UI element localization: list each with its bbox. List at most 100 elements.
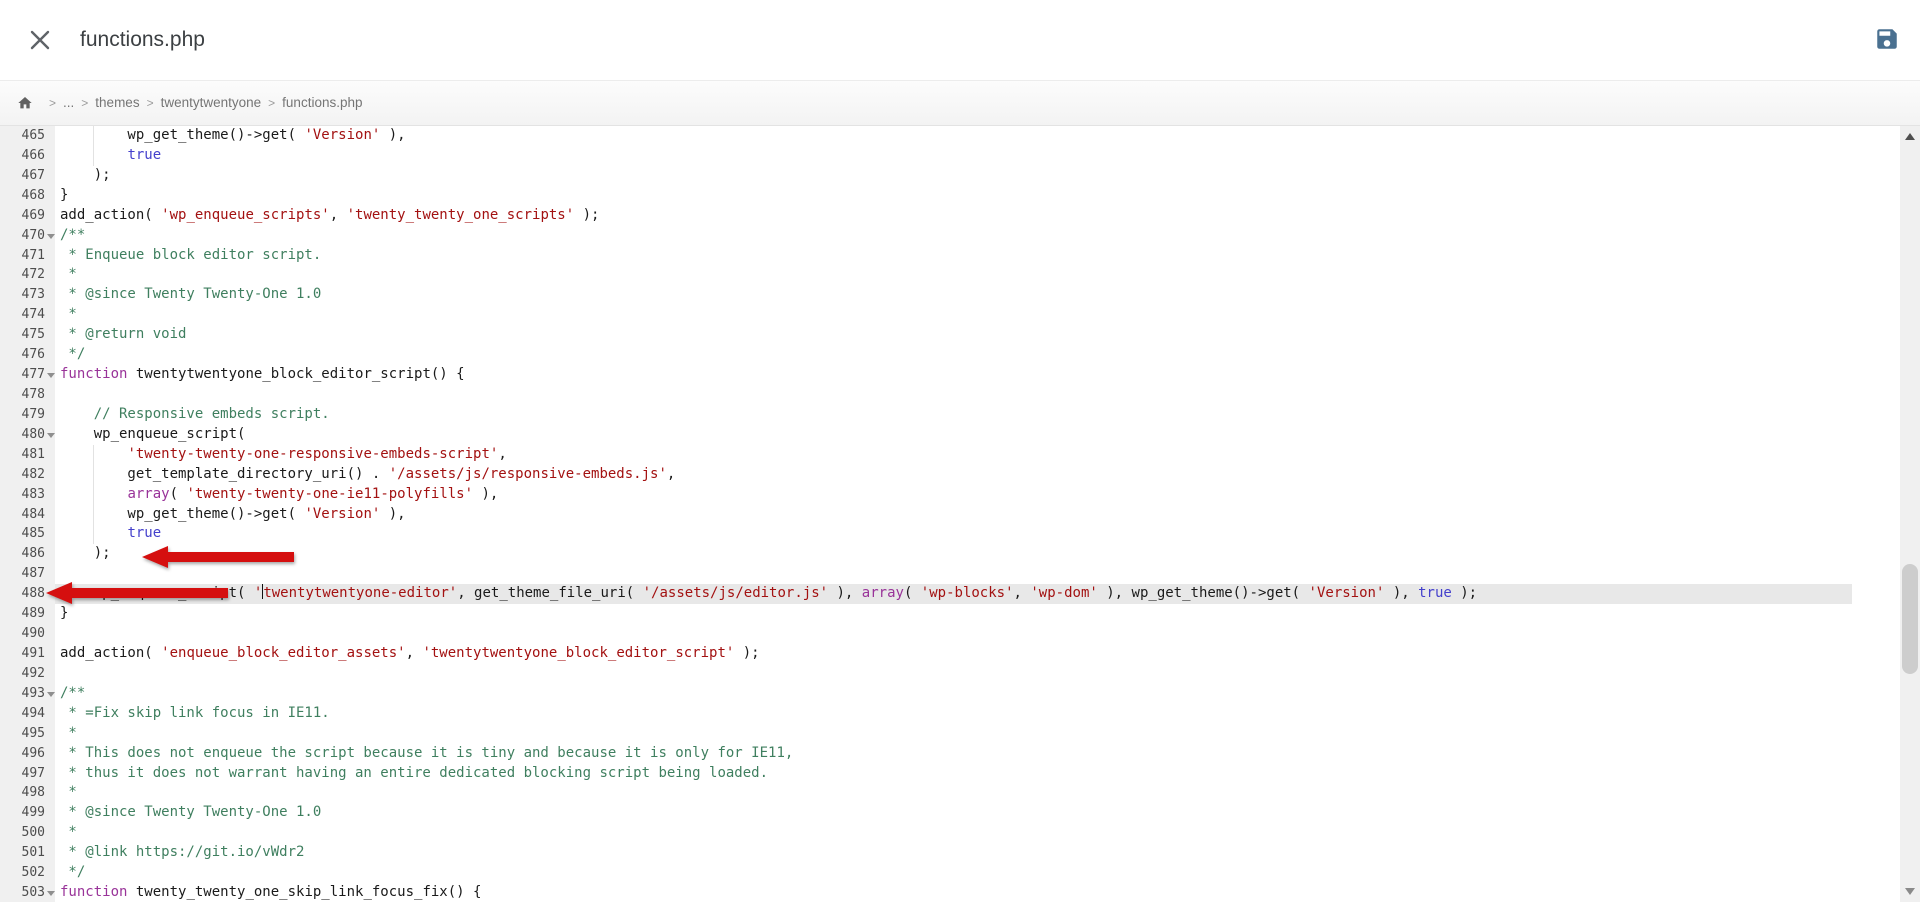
code-text: * This does not enqueue the script becau… <box>55 744 1900 764</box>
close-button[interactable] <box>28 28 52 52</box>
home-icon[interactable] <box>17 95 33 111</box>
scroll-down-icon[interactable] <box>1905 888 1915 895</box>
breadcrumb-item-themes[interactable]: themes <box>95 95 139 110</box>
code-line-498[interactable]: 498 * <box>0 783 1900 803</box>
line-number: 481 <box>0 445 55 465</box>
vertical-scrollbar[interactable] <box>1900 126 1920 902</box>
code-line-494[interactable]: 494 * =Fix skip link focus in IE11. <box>0 704 1900 724</box>
line-number: 467 <box>0 166 55 186</box>
code-text <box>55 664 1900 684</box>
code-text: * Enqueue block editor script. <box>55 246 1900 266</box>
fold-marker-icon[interactable] <box>47 891 55 896</box>
line-number: 477 <box>0 365 55 385</box>
code-text: * thus it does not warrant having an ent… <box>55 764 1900 784</box>
code-line-479[interactable]: 479 // Responsive embeds script. <box>0 405 1900 425</box>
code-line-503[interactable]: 503function twenty_twenty_one_skip_link_… <box>0 883 1900 902</box>
code-line-472[interactable]: 472 * <box>0 265 1900 285</box>
code-line-488[interactable]: 488 wp_enqueue_script( 'twentytwentyone-… <box>0 584 1900 604</box>
code-line-491[interactable]: 491add_action( 'enqueue_block_editor_ass… <box>0 644 1900 664</box>
annotation-arrow-line-486 <box>142 546 294 568</box>
code-lines: 465 wp_get_theme()->get( 'Version' ),466… <box>0 126 1900 902</box>
line-number: 465 <box>0 126 55 146</box>
code-text: /** <box>55 684 1900 704</box>
line-number: 500 <box>0 823 55 843</box>
code-line-482[interactable]: 482 get_template_directory_uri() . '/ass… <box>0 465 1900 485</box>
code-line-465[interactable]: 465 wp_get_theme()->get( 'Version' ), <box>0 126 1900 146</box>
code-line-473[interactable]: 473 * @since Twenty Twenty-One 1.0 <box>0 285 1900 305</box>
code-text: } <box>55 186 1900 206</box>
line-number: 502 <box>0 863 55 883</box>
code-line-469[interactable]: 469add_action( 'wp_enqueue_scripts', 'tw… <box>0 206 1900 226</box>
code-line-481[interactable]: 481 'twenty-twenty-one-responsive-embeds… <box>0 445 1900 465</box>
code-text: * <box>55 305 1900 325</box>
code-line-468[interactable]: 468} <box>0 186 1900 206</box>
code-line-476[interactable]: 476 */ <box>0 345 1900 365</box>
code-line-499[interactable]: 499 * @since Twenty Twenty-One 1.0 <box>0 803 1900 823</box>
code-line-500[interactable]: 500 * <box>0 823 1900 843</box>
breadcrumb-item-twentytwentyone[interactable]: twentytwentyone <box>161 95 262 110</box>
code-line-477[interactable]: 477function twentytwentyone_block_editor… <box>0 365 1900 385</box>
breadcrumb-item-functionsphp: functions.php <box>282 95 362 110</box>
code-text: /** <box>55 226 1900 246</box>
line-number: 478 <box>0 385 55 405</box>
code-text: function twentytwentyone_block_editor_sc… <box>55 365 1900 385</box>
line-number: 471 <box>0 246 55 266</box>
indent-guide <box>93 146 94 166</box>
code-line-485[interactable]: 485 true <box>0 524 1900 544</box>
code-line-495[interactable]: 495 * <box>0 724 1900 744</box>
line-number: 493 <box>0 684 55 704</box>
code-line-501[interactable]: 501 * @link https://git.io/vWdr2 <box>0 843 1900 863</box>
code-text: } <box>55 604 1900 624</box>
code-line-478[interactable]: 478 <box>0 385 1900 405</box>
line-number: 497 <box>0 764 55 784</box>
code-line-490[interactable]: 490 <box>0 624 1900 644</box>
code-line-467[interactable]: 467 ); <box>0 166 1900 186</box>
save-button[interactable] <box>1874 26 1900 52</box>
line-number: 494 <box>0 704 55 724</box>
code-line-496[interactable]: 496 * This does not enqueue the script b… <box>0 744 1900 764</box>
line-number: 469 <box>0 206 55 226</box>
breadcrumb-separator: > <box>147 96 154 110</box>
fold-marker-icon[interactable] <box>47 692 55 697</box>
code-line-470[interactable]: 470/** <box>0 226 1900 246</box>
code-text: * @return void <box>55 325 1900 345</box>
line-number: 498 <box>0 783 55 803</box>
code-text: * <box>55 823 1900 843</box>
code-line-474[interactable]: 474 * <box>0 305 1900 325</box>
code-line-471[interactable]: 471 * Enqueue block editor script. <box>0 246 1900 266</box>
code-text <box>55 564 1900 584</box>
fold-marker-icon[interactable] <box>47 234 55 239</box>
code-text: add_action( 'wp_enqueue_scripts', 'twent… <box>55 206 1900 226</box>
scroll-up-icon[interactable] <box>1905 133 1915 140</box>
code-line-502[interactable]: 502 */ <box>0 863 1900 883</box>
code-line-483[interactable]: 483 array( 'twenty-twenty-one-ie11-polyf… <box>0 485 1900 505</box>
line-number: 484 <box>0 505 55 525</box>
code-text: * @since Twenty Twenty-One 1.0 <box>55 285 1900 305</box>
file-editor-window: functions.php >...>themes>twentytwentyon… <box>0 0 1920 902</box>
fold-marker-icon[interactable] <box>47 433 55 438</box>
code-line-489[interactable]: 489} <box>0 604 1900 624</box>
code-line-497[interactable]: 497 * thus it does not warrant having an… <box>0 764 1900 784</box>
line-number: 499 <box>0 803 55 823</box>
fold-marker-icon[interactable] <box>47 373 55 378</box>
annotation-arrow-line-488 <box>46 582 228 604</box>
code-text <box>55 624 1900 644</box>
line-number: 490 <box>0 624 55 644</box>
code-line-475[interactable]: 475 * @return void <box>0 325 1900 345</box>
scrollbar-thumb[interactable] <box>1902 564 1918 674</box>
code-text: ); <box>55 166 1900 186</box>
code-line-484[interactable]: 484 wp_get_theme()->get( 'Version' ), <box>0 505 1900 525</box>
page-title: functions.php <box>80 0 205 80</box>
code-text: * <box>55 265 1900 285</box>
code-editor[interactable]: 465 wp_get_theme()->get( 'Version' ),466… <box>0 126 1900 902</box>
code-line-492[interactable]: 492 <box>0 664 1900 684</box>
line-number: 496 <box>0 744 55 764</box>
code-line-493[interactable]: 493/** <box>0 684 1900 704</box>
line-number: 503 <box>0 883 55 902</box>
code-line-466[interactable]: 466 true <box>0 146 1900 166</box>
code-text: */ <box>55 863 1900 883</box>
code-line-480[interactable]: 480 wp_enqueue_script( <box>0 425 1900 445</box>
breadcrumb-separator: > <box>268 96 275 110</box>
breadcrumb-item-[interactable]: ... <box>63 95 74 110</box>
line-number: 489 <box>0 604 55 624</box>
